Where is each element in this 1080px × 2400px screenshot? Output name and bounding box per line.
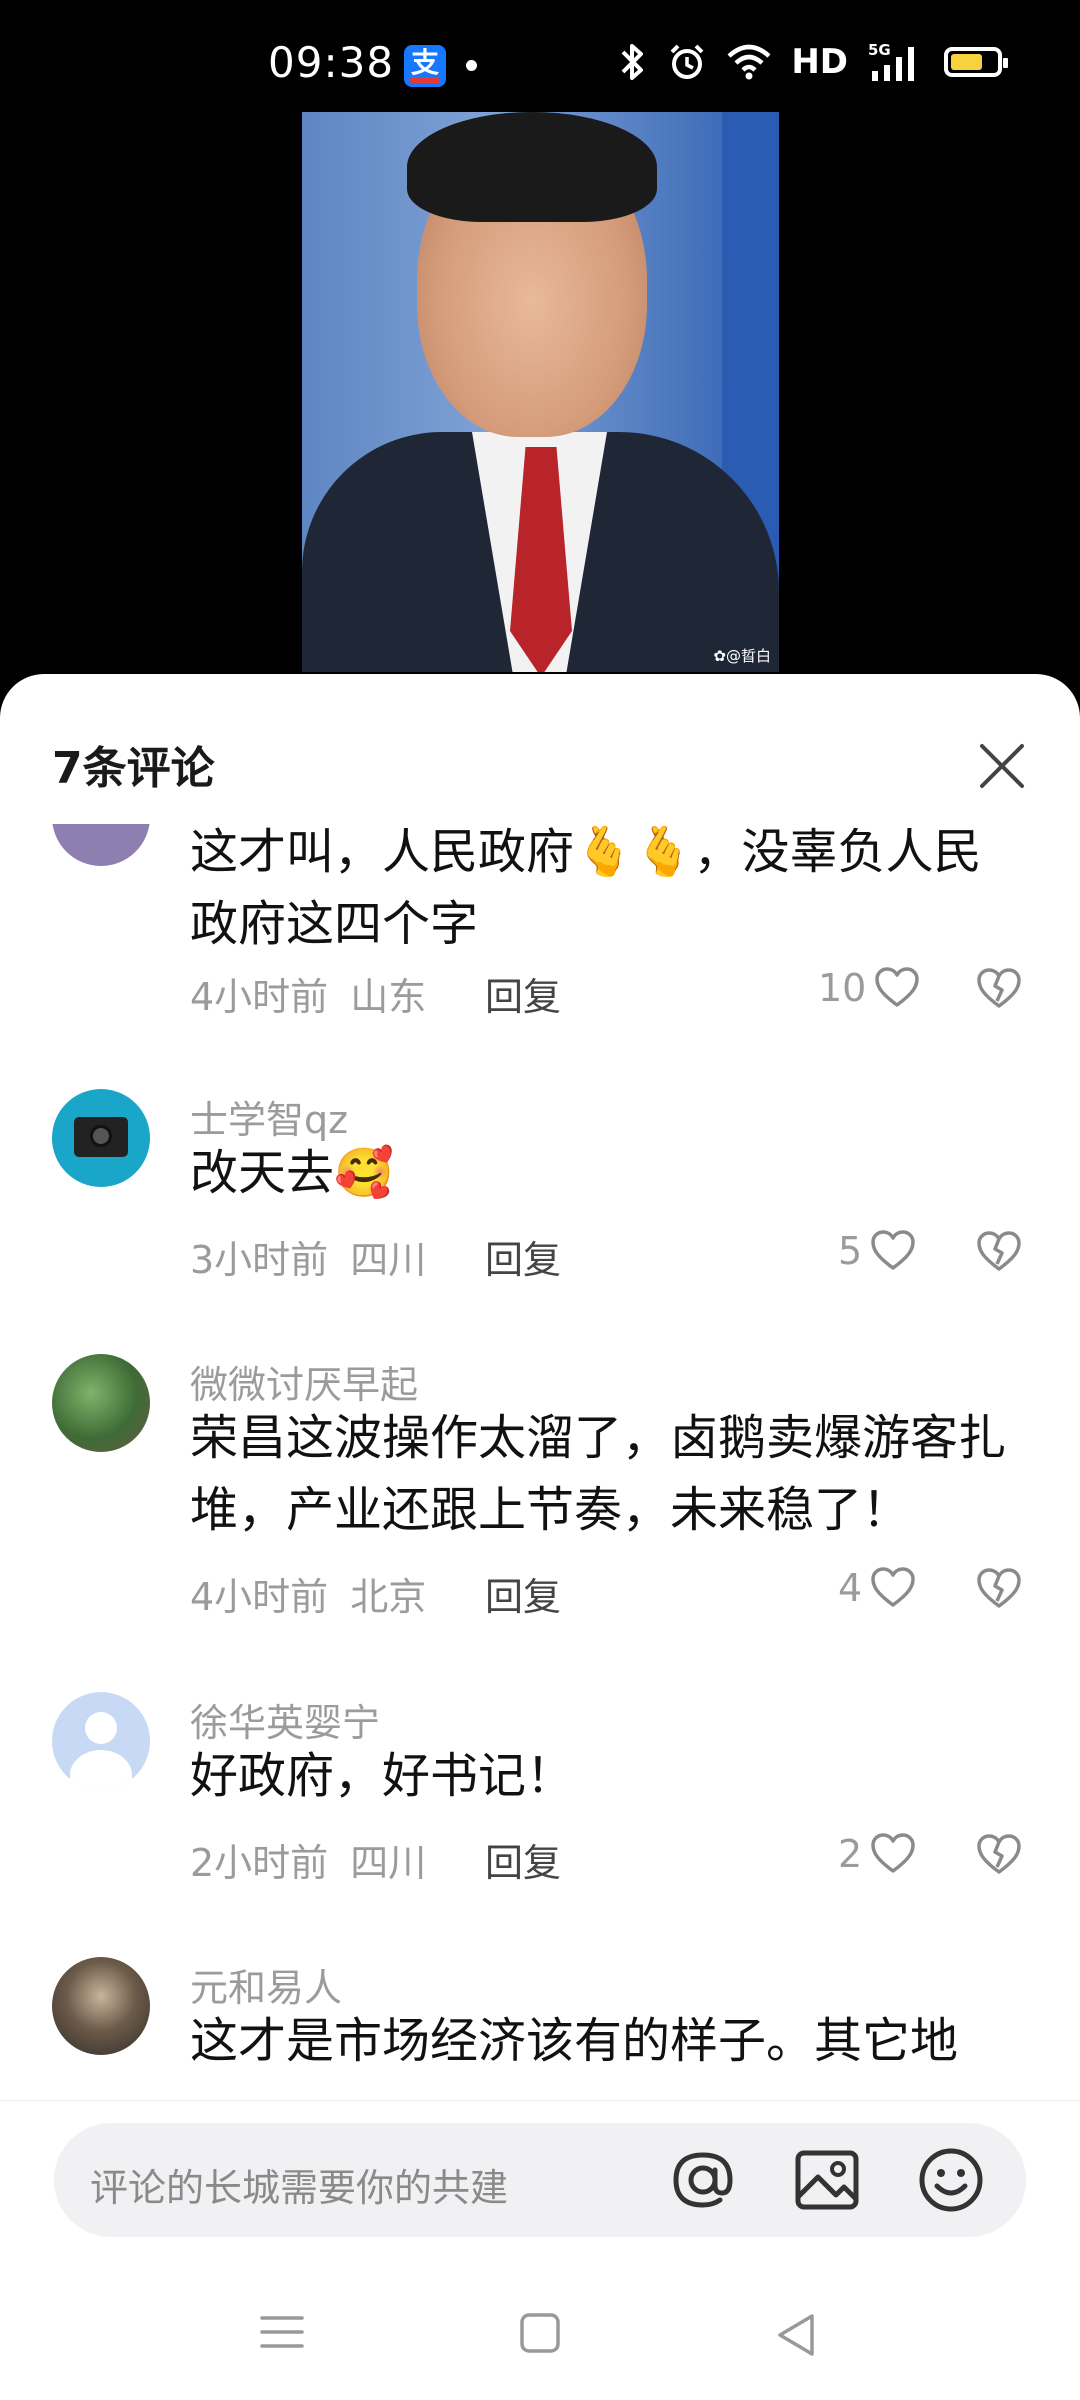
back-icon[interactable] bbox=[774, 2312, 816, 2358]
comment-text: 好政府，好书记！ bbox=[190, 1748, 575, 1804]
comment-text: 改天去🥰 bbox=[190, 1145, 394, 1201]
reply-button[interactable]: 回复 bbox=[485, 1832, 561, 1887]
comment-text: 这才是市场经济该有的样子。其它地 bbox=[190, 2013, 959, 2069]
comment-meta: 4小时前 北京 bbox=[190, 1566, 426, 1621]
menu-icon[interactable] bbox=[260, 2312, 304, 2352]
comment-meta: 3小时前 四川 bbox=[190, 1229, 426, 1284]
dislike-icon[interactable] bbox=[976, 1834, 1022, 1876]
status-icons: HD 5G bbox=[617, 40, 1008, 84]
like-count: 10 bbox=[818, 966, 867, 1010]
at-icon[interactable] bbox=[668, 2145, 738, 2215]
image-icon[interactable] bbox=[792, 2145, 862, 2215]
comment-location: 四川 bbox=[350, 1238, 427, 1282]
heart-icon bbox=[871, 1567, 915, 1607]
status-time: 09:38 bbox=[268, 38, 395, 87]
video-watermark: ✿@晢白 bbox=[713, 647, 771, 665]
emoji-icon[interactable] bbox=[916, 2145, 986, 2215]
like-count: 2 bbox=[838, 1832, 863, 1876]
comment-input-placeholder: 评论的长城需要你的共建 bbox=[90, 2166, 509, 2210]
avatar[interactable] bbox=[52, 1089, 150, 1187]
like-button[interactable]: 4 bbox=[838, 1566, 916, 1610]
comment-time: 4小时前 bbox=[190, 975, 329, 1019]
comment-text: 这才叫，人民政府🫰🫰，没辜负人民政府这四个字 bbox=[190, 824, 982, 952]
dislike-icon[interactable] bbox=[976, 968, 1022, 1010]
comment-username[interactable]: 徐华英婴宁 bbox=[190, 1692, 380, 1747]
comment-time: 2小时前 bbox=[190, 1841, 329, 1885]
notification-dot-icon bbox=[466, 60, 477, 71]
like-count: 5 bbox=[838, 1229, 863, 1273]
comment-time: 4小时前 bbox=[190, 1575, 329, 1619]
heart-icon bbox=[875, 967, 920, 1007]
comment-location: 四川 bbox=[350, 1841, 427, 1885]
avatar[interactable] bbox=[52, 1354, 150, 1452]
avatar[interactable] bbox=[52, 1957, 150, 2055]
comments-title: 7条评论 bbox=[52, 743, 215, 794]
reply-button[interactable]: 回复 bbox=[485, 1229, 561, 1284]
battery-icon bbox=[944, 47, 1008, 77]
comment-location: 北京 bbox=[350, 1575, 427, 1619]
bluetooth-icon bbox=[621, 44, 644, 80]
home-icon[interactable] bbox=[519, 2312, 561, 2354]
dislike-icon[interactable] bbox=[976, 1568, 1022, 1610]
comment-list[interactable]: 这才叫，人民政府🫰🫰，没辜负人民政府这四个字 4小时前 山东 回复 10 士学智q… bbox=[0, 824, 1080, 2100]
comments-sheet: 7条评论 这才叫，人民政府🫰🫰，没辜负人民政府这四个字 4小时前 山东 回复 10 bbox=[0, 674, 1080, 2400]
alipay-notification-icon: 支 bbox=[404, 45, 446, 87]
comment-time: 3小时前 bbox=[190, 1238, 329, 1282]
hd-label: HD bbox=[791, 42, 848, 82]
like-button[interactable]: 5 bbox=[838, 1229, 916, 1273]
heart-icon bbox=[871, 1230, 915, 1270]
like-button[interactable]: 2 bbox=[838, 1832, 916, 1876]
comment-input-bar: 评论的长城需要你的共建 bbox=[0, 2100, 1080, 2260]
5g-signal-icon: 5G bbox=[868, 41, 914, 81]
like-count: 4 bbox=[838, 1566, 863, 1610]
alarm-icon bbox=[670, 44, 704, 79]
comment-meta: 2小时前 四川 bbox=[190, 1832, 426, 1887]
wifi-icon bbox=[727, 44, 771, 80]
comment-username[interactable]: 微微讨厌早起 bbox=[190, 1354, 418, 1409]
dislike-icon[interactable] bbox=[976, 1231, 1022, 1273]
reply-button[interactable]: 回复 bbox=[485, 1566, 561, 1621]
comment-location: 山东 bbox=[350, 975, 427, 1019]
status-bar: 09:38 支 HD 5G bbox=[0, 0, 1080, 110]
comment-text: 荣昌这波操作太溜了，卤鹅卖爆游客扎堆，产业还跟上节奏，未来稳了！ bbox=[190, 1410, 1007, 1538]
heart-icon bbox=[871, 1833, 915, 1873]
comment-username[interactable]: 元和易人 bbox=[190, 1957, 342, 2012]
comment-meta: 4小时前 山东 bbox=[190, 966, 426, 1021]
comment-input[interactable]: 评论的长城需要你的共建 bbox=[54, 2123, 1026, 2237]
like-button[interactable]: 10 bbox=[818, 966, 920, 1010]
avatar[interactable] bbox=[52, 1692, 150, 1790]
video-frame[interactable]: ✿@晢白 bbox=[302, 112, 779, 672]
comment-username[interactable]: 士学智qz bbox=[190, 1089, 348, 1144]
system-nav-bar bbox=[0, 2260, 1080, 2400]
svg-text:5G: 5G bbox=[868, 41, 891, 59]
reply-button[interactable]: 回复 bbox=[485, 966, 561, 1021]
avatar[interactable] bbox=[52, 824, 150, 866]
close-icon[interactable] bbox=[976, 740, 1028, 792]
